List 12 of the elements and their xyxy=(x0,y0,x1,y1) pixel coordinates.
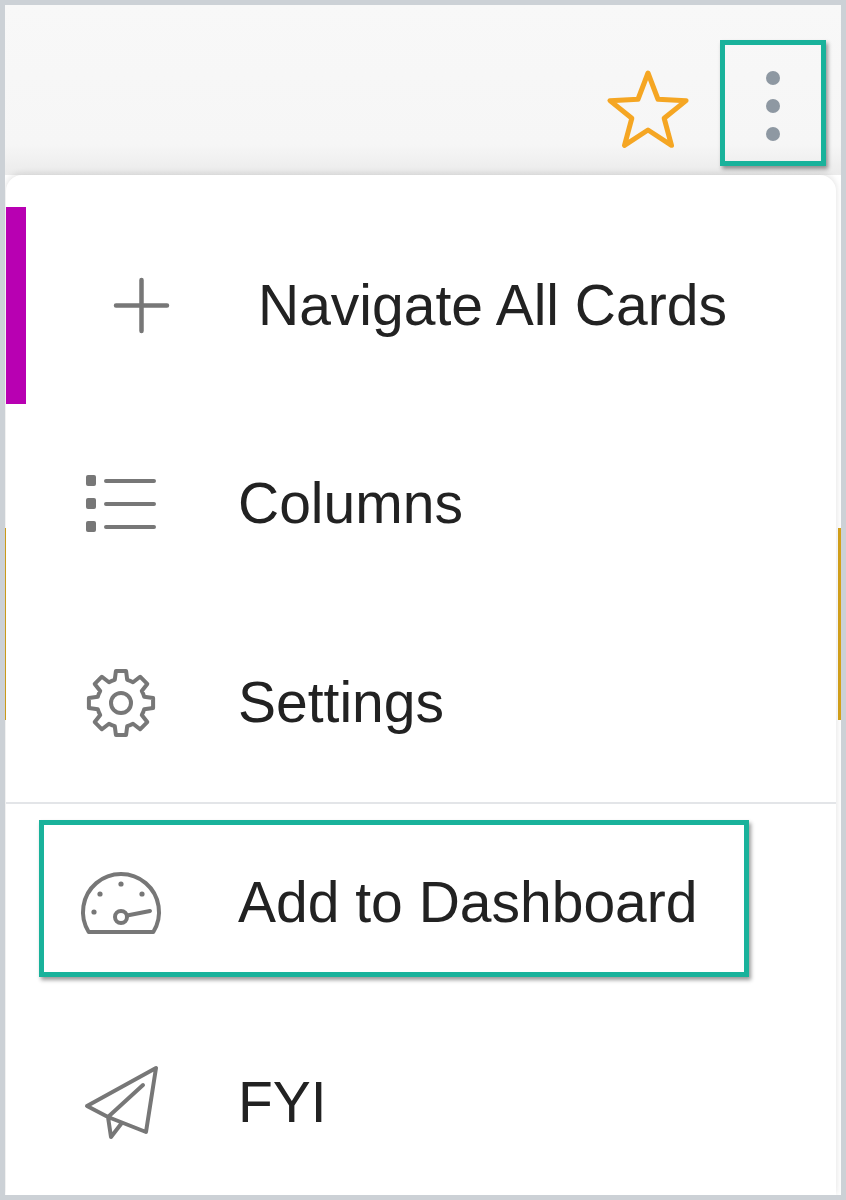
more-icon xyxy=(766,71,780,141)
more-button[interactable] xyxy=(720,40,826,166)
paper-plane-icon xyxy=(84,1066,158,1139)
menu-item[interactable]: Columns xyxy=(80,470,463,537)
menu-item[interactable]: Add to Dashboard xyxy=(39,820,749,977)
gear-icon xyxy=(86,667,156,738)
plus-icon xyxy=(112,277,170,334)
list-icon xyxy=(86,475,156,532)
menu-item[interactable]: Settings xyxy=(80,667,444,738)
menu-item[interactable]: Navigate All Cards xyxy=(6,207,727,404)
gauge-icon xyxy=(80,871,162,935)
menu-item[interactable]: FYI xyxy=(80,1066,327,1139)
